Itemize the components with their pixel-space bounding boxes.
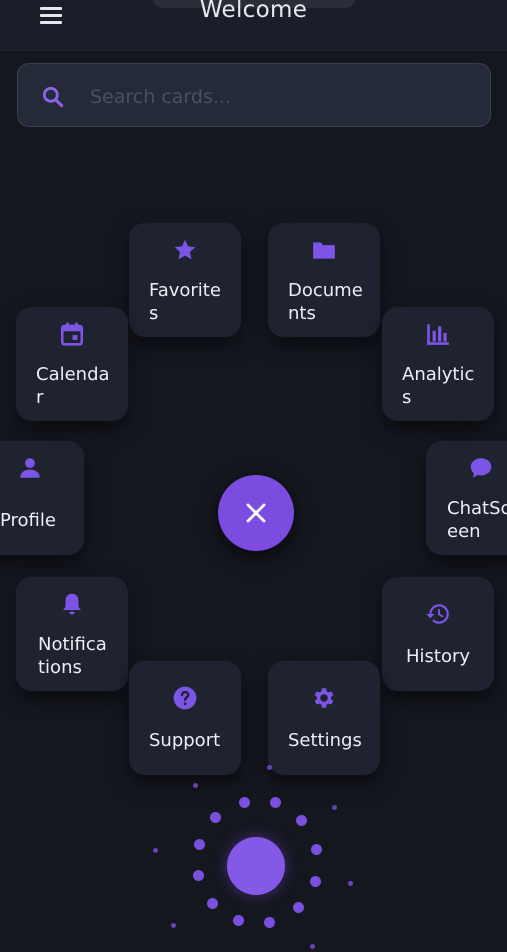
spinner-dot [264, 917, 275, 928]
card-favorites[interactable]: Favorite s [129, 223, 241, 337]
close-icon [246, 503, 266, 523]
spinner-dot [210, 812, 221, 823]
star-icon [174, 239, 196, 260]
spinner-dot [239, 797, 250, 808]
chat-bubble-icon [470, 458, 492, 478]
app-screen: Welcome Favorite s Docume nts Calenda r [0, 0, 507, 952]
page-title: Welcome [199, 0, 308, 23]
spinner-dot [311, 844, 322, 855]
card-label: ChatScr een [447, 498, 507, 542]
close-menu-button[interactable] [218, 475, 294, 551]
card-analytics[interactable]: Analytic s [382, 307, 494, 421]
card-label: Analytic s [402, 364, 475, 408]
spinner-dot [193, 783, 198, 788]
card-label: Profile [0, 510, 56, 531]
spinner-dot [171, 923, 176, 928]
spinner-dot [270, 797, 281, 808]
spinner-dot [296, 815, 307, 826]
search-input[interactable] [88, 78, 482, 116]
card-profile[interactable]: Profile [0, 441, 84, 555]
spinner-dot [194, 839, 205, 850]
spinner-dot [310, 944, 315, 949]
spinner-dot [193, 870, 204, 881]
card-chatscreen[interactable]: ChatScr een [426, 441, 507, 555]
card-label: Docume nts [288, 280, 363, 324]
bell-icon [63, 593, 81, 615]
bar-chart-icon [427, 324, 449, 345]
search-icon [42, 86, 64, 108]
folder-icon [313, 242, 335, 259]
spinner-dot [293, 902, 304, 913]
spinner-core [227, 837, 285, 895]
card-label: History [406, 646, 471, 667]
spinner-dot [267, 765, 272, 770]
spinner-dot [207, 898, 218, 909]
card-notifications[interactable]: Notifica tions [16, 577, 128, 691]
history-icon [426, 604, 449, 624]
person-icon [20, 458, 40, 478]
spinner-dot [310, 876, 321, 887]
gear-icon [314, 688, 334, 708]
card-label: Favorite s [149, 280, 221, 324]
app-bar: Welcome [0, 0, 507, 51]
card-calendar[interactable]: Calenda r [16, 307, 128, 421]
spinner-dot [233, 915, 244, 926]
card-documents[interactable]: Docume nts [268, 223, 380, 337]
help-circle-icon [173, 686, 197, 710]
card-label: Settings [288, 730, 362, 751]
card-history[interactable]: History [382, 577, 494, 691]
spinner-dot [332, 805, 337, 810]
card-label: Notifica tions [38, 634, 107, 678]
card-label: Support [149, 730, 221, 751]
card-label: Calenda r [36, 364, 110, 408]
search-bar[interactable] [17, 63, 491, 127]
card-settings[interactable]: Settings [268, 661, 380, 775]
card-support[interactable]: Support [129, 661, 241, 775]
spinner-dot [153, 848, 158, 853]
calendar-icon [60, 322, 84, 346]
spinner-dot [348, 881, 353, 886]
